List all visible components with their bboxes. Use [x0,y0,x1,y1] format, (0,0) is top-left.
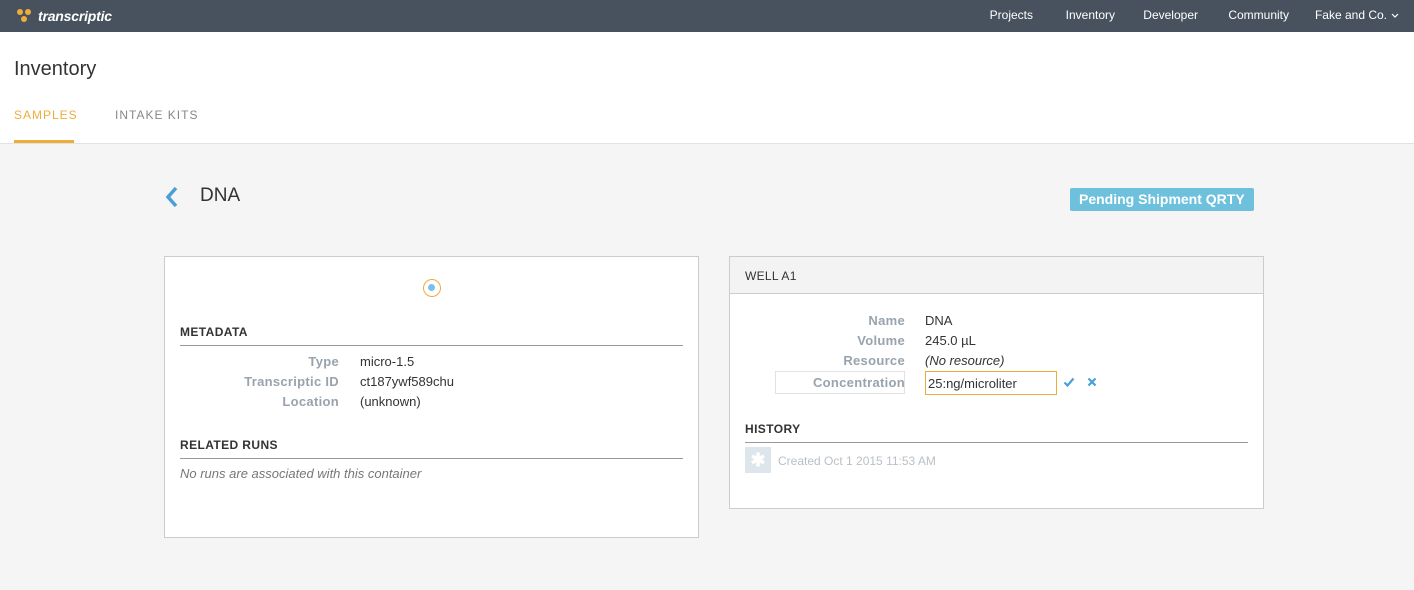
metadata-heading: METADATA [180,325,248,339]
metadata-type-label: Type [308,354,339,369]
metadata-id-value: ct187ywf589chu [360,374,454,389]
tab-intake-kits[interactable]: INTAKE KITS [115,108,198,122]
well-panel: WELL A1 Name DNA Volume 245.0 µL Resourc… [729,256,1264,509]
asterisk-icon: ✱ [745,447,771,473]
logo-icon [17,9,33,23]
close-icon[interactable] [1086,376,1098,388]
nav-organization-menu[interactable]: Fake and Co. [1315,8,1399,22]
active-tab-indicator [14,140,74,143]
check-icon[interactable] [1063,376,1075,388]
well-resource-label: Resource [843,353,905,368]
page-title: Inventory [14,58,97,80]
container-panel: METADATA Type micro-1.5 Transcriptic ID … [164,256,699,538]
well-title: WELL A1 [745,269,797,283]
well-name-label: Name [868,313,905,328]
nav-developer[interactable]: Developer [1143,8,1198,22]
metadata-divider [180,345,683,346]
container-title: DNA [200,185,241,206]
chevron-down-icon [1391,13,1399,18]
metadata-location-label: Location [282,394,339,409]
well-selector[interactable] [423,279,441,297]
history-divider [745,442,1248,443]
related-runs-divider [180,458,683,459]
related-runs-empty-text: No runs are associated with this contain… [180,466,422,481]
metadata-location-value: (unknown) [360,394,421,409]
metadata-type-value: micro-1.5 [360,354,415,369]
nav-projects[interactable]: Projects [990,8,1033,22]
top-navbar: transcriptic Projects Inventory Develope… [0,0,1414,32]
concentration-label: Concentration [812,375,905,390]
history-entry: Created Oct 1 2015 11:53 AM [778,454,936,468]
logo-text: transcriptic [38,8,112,24]
well-resource-value: (No resource) [925,353,1005,368]
back-chevron-icon[interactable] [164,186,180,208]
status-badge: Pending Shipment QRTY [1070,188,1254,211]
well-volume-value: 245.0 µL [925,333,976,348]
well-volume-label: Volume [857,333,905,348]
tab-samples[interactable]: SAMPLES [14,108,78,122]
nav-community[interactable]: Community [1228,8,1289,22]
logo[interactable]: transcriptic [17,6,112,26]
metadata-id-label: Transcriptic ID [244,374,339,389]
page-header: Inventory SAMPLES INTAKE KITS [0,32,1414,144]
related-runs-heading: RELATED RUNS [180,438,278,452]
well-name-value: DNA [925,313,953,328]
well-panel-header: WELL A1 [730,257,1263,294]
history-heading: HISTORY [745,422,801,436]
org-name: Fake and Co. [1314,8,1387,22]
concentration-input[interactable] [925,371,1057,395]
nav-inventory[interactable]: Inventory [1066,8,1115,22]
